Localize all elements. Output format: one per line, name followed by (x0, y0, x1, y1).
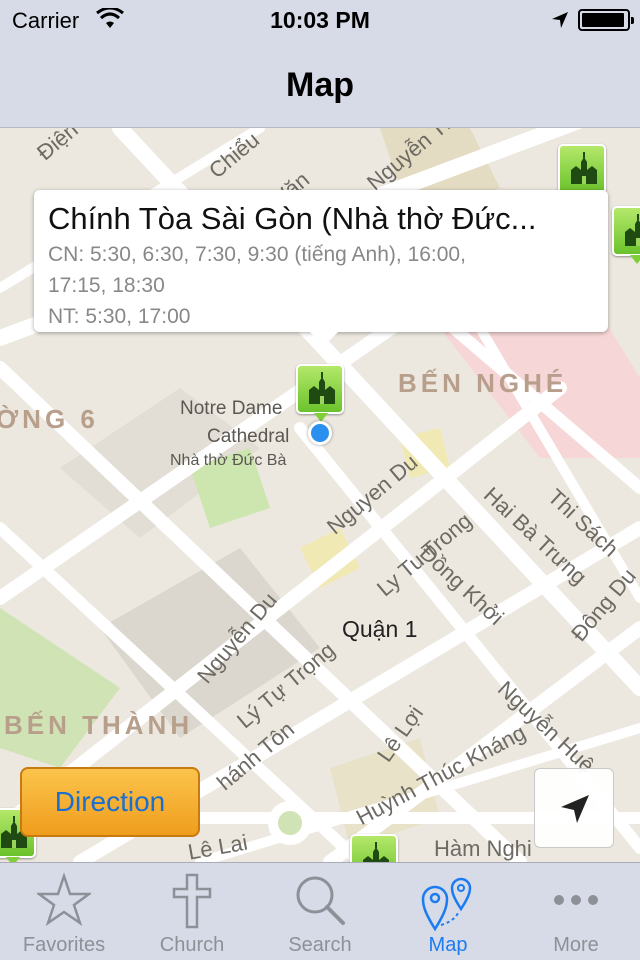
location-arrow-icon (550, 10, 570, 35)
tab-church[interactable]: Church (128, 863, 256, 960)
cross-icon (172, 873, 212, 929)
church-pin[interactable] (612, 206, 640, 264)
direction-button[interactable]: Direction (20, 767, 200, 837)
tab-map[interactable]: Map (384, 863, 512, 960)
navigation-bar: Map (0, 40, 640, 128)
map-pins-icon (421, 877, 472, 931)
church-pin[interactable] (558, 144, 606, 202)
callout-schedule-sunday: CN: 5:30, 6:30, 7:30, 9:30 (tiếng Anh), … (48, 243, 466, 266)
callout-schedule-sunday-cont: 17:15, 18:30 (48, 274, 165, 297)
tab-label: Map (428, 934, 468, 956)
status-bar: Carrier 10:03 PM (0, 0, 640, 40)
tab-label: Search (288, 934, 352, 956)
more-icon (554, 895, 598, 905)
district-label: BẾN THÀNH (4, 710, 194, 740)
church-icon (363, 842, 389, 862)
location-arrow-icon (561, 795, 589, 823)
callout-schedule-weekday: NT: 5:30, 17:00 (48, 305, 191, 328)
tab-bar: Favorites Church Search Map More (0, 862, 640, 960)
district-label: BẾN NGHÉ (398, 368, 568, 398)
church-icon (625, 214, 640, 246)
church-pin[interactable] (296, 364, 344, 422)
callout-title: Chính Tòa Sài Gòn (Nhà thờ Đức... (48, 201, 537, 236)
church-pin[interactable] (350, 834, 398, 862)
user-location-dot (308, 421, 332, 445)
district-label: ỜNG 6 (0, 404, 99, 434)
battery-level (582, 13, 624, 27)
search-icon (296, 876, 345, 925)
street-label: Hàm Nghi (434, 836, 532, 861)
star-icon (37, 873, 91, 927)
tab-favorites[interactable]: Favorites (0, 863, 128, 960)
tab-search[interactable]: Search (256, 863, 384, 960)
tab-label: Church (159, 934, 225, 956)
tab-label: Favorites (22, 934, 106, 956)
church-callout[interactable]: Chính Tòa Sài Gòn (Nhà thờ Đức... CN: 5:… (34, 190, 608, 346)
poi-label: Cathedral (207, 426, 290, 447)
tab-more[interactable]: More (512, 863, 640, 960)
locate-me-button[interactable] (534, 768, 614, 848)
church-icon (309, 372, 335, 404)
status-time: 10:03 PM (270, 7, 370, 33)
poi-label: Notre Dame (180, 398, 283, 419)
page-title: Map (286, 66, 354, 104)
tab-label: More (553, 934, 599, 956)
poi-label: Nhà thờ Đức Bà (170, 452, 287, 469)
battery-icon (578, 9, 634, 31)
district-name-label: Quận 1 (342, 616, 418, 642)
church-icon (571, 152, 597, 184)
